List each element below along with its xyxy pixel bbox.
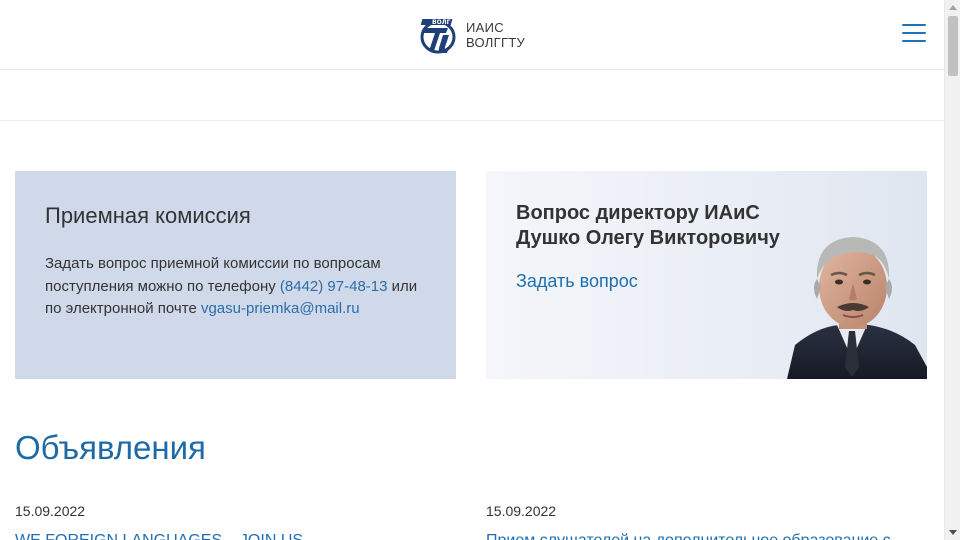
director-title-line2: Душко Олегу Викторовичу (516, 227, 780, 249)
announcements-title: Объявления (15, 429, 206, 466)
scroll-up-arrow-icon[interactable] (949, 5, 957, 10)
director-title: Вопрос директору ИАиС Душко Олегу Виктор… (516, 201, 796, 251)
logo-text-line1: ИАИС (466, 20, 504, 35)
admission-card: Приемная комиссия Задать вопрос приемной… (15, 171, 456, 379)
director-title-line1: Вопрос директору ИАиС (516, 202, 760, 224)
menu-hamburger-icon[interactable] (902, 24, 928, 42)
menu-bar (902, 32, 926, 34)
logo-mark-text: ВОЛГ (432, 19, 451, 26)
director-portrait (787, 237, 927, 379)
admission-title: Приемная комиссия (45, 203, 251, 228)
site-logo[interactable]: ВОЛГ ИАИС ВОЛГГТУ (418, 13, 525, 57)
director-card: Вопрос директору ИАиС Душко Олегу Виктор… (486, 171, 927, 379)
menu-bar (902, 24, 926, 26)
vertical-scrollbar[interactable] (944, 0, 960, 540)
ask-question-link[interactable]: Задать вопрос (516, 271, 638, 292)
news-title-link[interactable]: Прием слушателей на дополнительное образ… (486, 531, 926, 540)
university-logo-icon: ВОЛГ (420, 19, 456, 54)
news-date: 15.09.2022 (486, 503, 557, 519)
news-item: 15.09.2022 Прием слушателей на дополните… (486, 502, 926, 540)
logo-text-line2: ВОЛГГТУ (466, 35, 526, 50)
news-title-link[interactable]: WE FOREIGN LANGUAGES – JOIN US (15, 531, 455, 540)
news-item: 15.09.2022 WE FOREIGN LANGUAGES – JOIN U… (15, 502, 455, 540)
logo-text: ИАИС ВОЛГГТУ (466, 20, 525, 50)
admission-text: Задать вопрос приемной комиссии по вопро… (45, 253, 426, 321)
scroll-thumb[interactable] (948, 16, 958, 76)
site-header: ВОЛГ ИАИС ВОЛГГТУ (0, 0, 944, 70)
admission-phone-link[interactable]: (8442) 97-48-13 (280, 278, 388, 295)
scroll-down-arrow-icon[interactable] (949, 530, 957, 535)
page-viewport: ВОЛГ ИАИС ВОЛГГТУ Приемная комиссия Зада… (0, 0, 944, 540)
news-date: 15.09.2022 (15, 503, 86, 519)
menu-bar (902, 40, 926, 42)
admission-email-link[interactable]: vgasu-priemka@mail.ru (201, 300, 360, 317)
section-divider (0, 120, 944, 121)
